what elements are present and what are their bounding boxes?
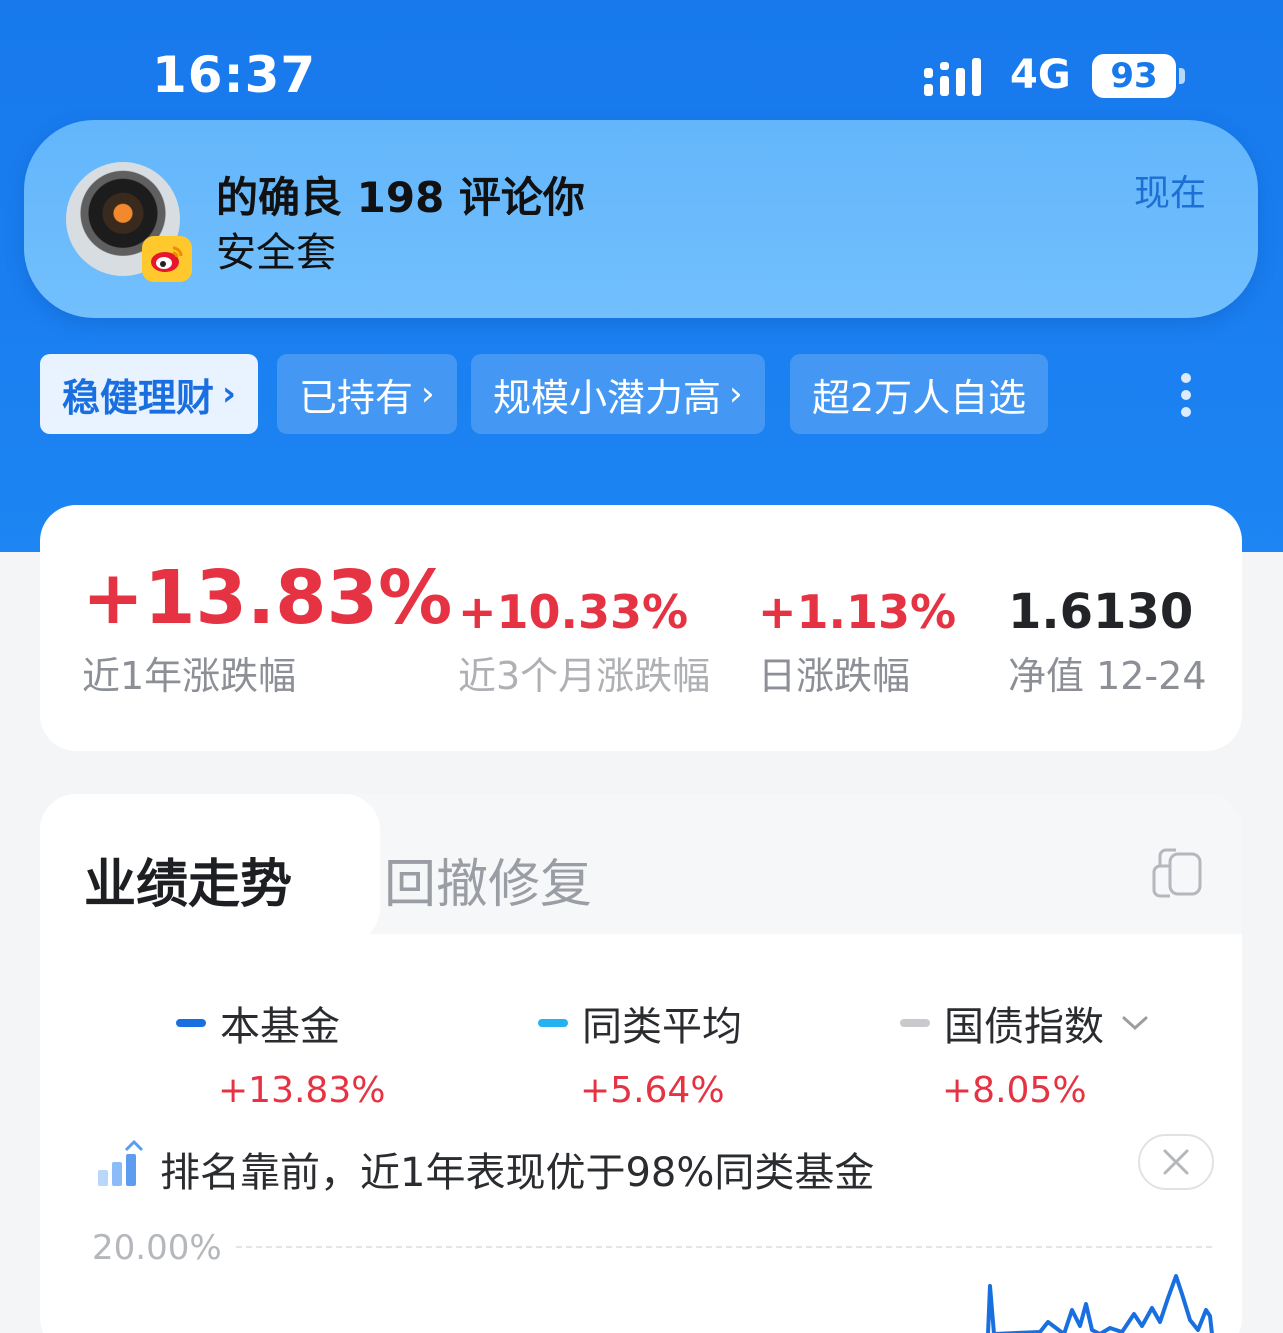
legend-name: 本基金 <box>220 1004 340 1050</box>
chip-label: 稳健理财 <box>62 375 215 420</box>
legend-bond-index[interactable]: 国债指数 +8.05% <box>900 994 1152 1111</box>
tab-performance-trend[interactable]: 业绩走势 <box>84 842 292 917</box>
chevron-right-icon: › <box>421 374 435 414</box>
legend-value: +5.64% <box>580 1070 725 1111</box>
notification-body: 安全套 <box>216 230 336 276</box>
battery-icon: 93 <box>1092 54 1176 98</box>
legend-this-fund[interactable]: 本基金 +13.83% <box>176 994 385 1111</box>
legend-swatch <box>900 1019 930 1027</box>
performance-chart <box>986 1274 1214 1333</box>
chip-held[interactable]: 已持有 › <box>277 354 457 434</box>
chevron-right-icon: › <box>729 374 743 414</box>
chip-small-scale[interactable]: 规模小潜力高 › <box>471 354 765 434</box>
performance-card: 业绩走势 回撤修复 本基金 +13.83% 同类平均 +5.64% 国债指数 +… <box>40 794 1242 1333</box>
stat-label: 净值 12-24 <box>1008 654 1207 698</box>
bar-chart-icon <box>98 1140 144 1186</box>
chevron-right-icon: › <box>222 374 237 414</box>
copy-icon[interactable] <box>1150 844 1206 900</box>
stat-daily: +1.13% 日涨跌幅 <box>758 585 956 700</box>
close-icon <box>1163 1149 1189 1175</box>
stat-label: 近1年涨跌幅 <box>82 654 297 698</box>
stat-nav: 1.6130 净值 12-24 <box>1008 585 1207 700</box>
stat-value: +10.33% <box>458 585 689 639</box>
notification-title: 的确良 198 评论你 <box>216 173 585 222</box>
stat-label: 近3个月涨跌幅 <box>458 654 711 698</box>
stat-value: +13.83% <box>82 555 453 641</box>
legend-name: 同类平均 <box>582 1004 742 1050</box>
stat-label: 日涨跌幅 <box>758 654 911 698</box>
battery-tip <box>1179 68 1185 84</box>
legend-swatch <box>176 1019 206 1027</box>
legend-name: 国债指数 <box>944 1004 1104 1050</box>
ranking-hint: 排名靠前，近1年表现优于98%同类基金 <box>160 1150 875 1196</box>
chip-steady-finance[interactable]: 稳健理财 › <box>40 354 259 434</box>
status-bar: 16:37 4G 93 <box>0 0 1283 120</box>
chip-watchlist-count[interactable]: 超2万人自选 <box>790 354 1049 434</box>
stat-1-year: +13.83% 近1年涨跌幅 <box>82 557 452 700</box>
stat-value: 1.6130 <box>1008 584 1194 640</box>
weibo-icon <box>142 236 192 282</box>
close-button[interactable] <box>1138 1134 1214 1190</box>
tab-drawdown-recovery[interactable]: 回撤修复 <box>384 842 592 917</box>
chevron-down-icon[interactable] <box>1118 1011 1152 1035</box>
notification-time: 现在 <box>1133 173 1206 214</box>
signal-icon <box>924 58 981 96</box>
legend-swatch <box>538 1019 568 1027</box>
legend-value: +13.83% <box>218 1070 386 1111</box>
status-time: 16:37 <box>152 46 317 104</box>
legend-peer-average[interactable]: 同类平均 +5.64% <box>538 994 742 1111</box>
battery-level: 93 <box>1110 56 1158 96</box>
stat-value: +1.13% <box>758 585 957 639</box>
chip-label: 规模小潜力高 <box>493 375 722 420</box>
chip-label: 超2万人自选 <box>812 375 1027 420</box>
more-vertical-icon[interactable] <box>1172 372 1200 418</box>
stat-3-month: +10.33% 近3个月涨跌幅 <box>458 585 710 700</box>
stats-card: +13.83% 近1年涨跌幅 +10.33% 近3个月涨跌幅 +1.13% 日涨… <box>40 505 1242 751</box>
chip-label: 已持有 <box>299 375 414 420</box>
network-label: 4G <box>1010 52 1071 98</box>
legend-value: +8.05% <box>942 1070 1087 1111</box>
notification-banner[interactable]: 的确良 198 评论你 安全套 现在 <box>24 120 1258 318</box>
